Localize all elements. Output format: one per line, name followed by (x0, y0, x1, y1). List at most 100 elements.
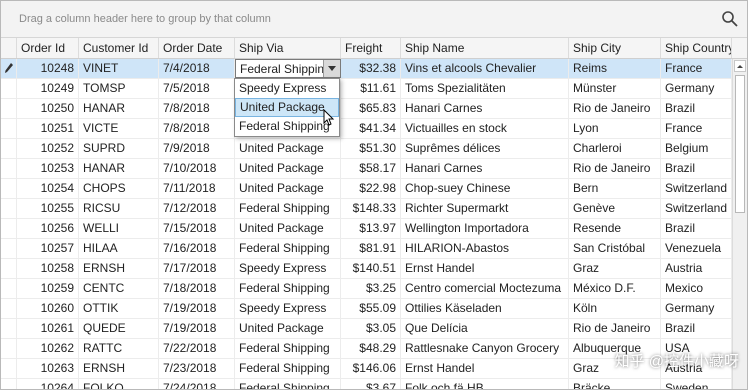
table-row[interactable]: 10249 TOMSP 7/5/2018 Speedy Express $11.61 To… (1, 79, 732, 99)
cell-ship-city[interactable]: Rio de Janeiro (569, 159, 661, 178)
cell-order-id[interactable]: 10260 (17, 299, 79, 318)
table-row[interactable]: 10258 ERNSH 7/17/2018 Speedy Express $140.51… (1, 259, 732, 279)
cell-ship-country[interactable]: Austria (661, 259, 732, 278)
cell-ship-name[interactable]: Ernst Handel (401, 259, 569, 278)
cell-ship-city[interactable]: Graz (569, 259, 661, 278)
cell-ship-country[interactable]: Venezuela (661, 239, 732, 258)
cell-order-id[interactable]: 10264 (17, 379, 79, 389)
cell-ship-name[interactable]: Hanari Carnes (401, 159, 569, 178)
table-row[interactable]: 10261 QUEDE 7/19/2018 United Package $3.05 Qu… (1, 319, 732, 339)
cell-ship-name[interactable]: Que Delícia (401, 319, 569, 338)
table-row[interactable]: 10248 VINET 7/4/2018 Federal Shipping $32.38… (1, 59, 732, 79)
cell-ship-country[interactable]: France (661, 59, 732, 78)
dropdown-option[interactable]: Speedy Express (235, 79, 339, 98)
cell-freight[interactable]: $81.91 (341, 239, 401, 258)
cell-ship-name[interactable]: Victuailles en stock (401, 119, 569, 138)
cell-customer-id[interactable]: RATTC (79, 339, 159, 358)
cell-customer-id[interactable]: VICTE (79, 119, 159, 138)
column-header-ship-country[interactable]: Ship Country (661, 38, 732, 58)
cell-ship-city[interactable]: Resende (569, 219, 661, 238)
cell-ship-name[interactable]: Richter Supermarkt (401, 199, 569, 218)
cell-ship-city[interactable]: México D.F. (569, 279, 661, 298)
cell-customer-id[interactable]: VINET (79, 59, 159, 78)
ship-via-editor[interactable]: Federal Shipping (235, 59, 341, 78)
cell-ship-city[interactable]: Münster (569, 79, 661, 98)
cell-order-date[interactable]: 7/22/2018 (159, 339, 235, 358)
table-row[interactable]: 10251VICTE7/8/2018Federal Shipping$41.34… (1, 119, 732, 139)
dropdown-button[interactable] (323, 60, 340, 77)
cell-order-id[interactable]: 10259 (17, 279, 79, 298)
table-row[interactable]: 10256 WELLI 7/15/2018 United Package $13.97 W… (1, 219, 732, 239)
cell-freight[interactable]: $146.06 (341, 359, 401, 378)
table-row[interactable]: 10264 FOLKO 7/24/2018 Federal Shipping $3.67… (1, 379, 732, 389)
cell-customer-id[interactable]: HANAR (79, 159, 159, 178)
column-header-order-date[interactable]: Order Date (159, 38, 235, 58)
cell-ship-via[interactable]: Federal Shipping (235, 199, 341, 218)
cell-ship-name[interactable]: Ernst Handel (401, 359, 569, 378)
column-header-order-id[interactable]: Order Id (17, 38, 79, 58)
cell-freight[interactable]: $13.97 (341, 219, 401, 238)
cell-ship-name[interactable]: Centro comercial Moctezuma (401, 279, 569, 298)
cell-order-id[interactable]: 10251 (17, 119, 79, 138)
cell-ship-name[interactable]: Folk och fä HB (401, 379, 569, 389)
cell-customer-id[interactable]: HANAR (79, 99, 159, 118)
cell-order-id[interactable]: 10250 (17, 99, 79, 118)
cell-ship-via[interactable]: Federal Shipping (235, 239, 341, 258)
cell-ship-city[interactable]: Köln (569, 299, 661, 318)
cell-customer-id[interactable]: SUPRD (79, 139, 159, 158)
cell-ship-country[interactable]: Germany (661, 299, 732, 318)
cell-freight[interactable]: $148.33 (341, 199, 401, 218)
cell-ship-country[interactable]: Mexico (661, 279, 732, 298)
cell-order-id[interactable]: 10249 (17, 79, 79, 98)
cell-order-date[interactable]: 7/19/2018 (159, 319, 235, 338)
cell-order-date[interactable]: 7/5/2018 (159, 79, 235, 98)
cell-freight[interactable]: $3.05 (341, 319, 401, 338)
search-icon[interactable] (721, 10, 739, 28)
cell-ship-name[interactable]: HILARION-Abastos (401, 239, 569, 258)
ship-via-dropdown-list[interactable]: Speedy Express United Package Federal Ship… (234, 78, 340, 137)
cell-freight[interactable]: $51.30 (341, 139, 401, 158)
cell-freight[interactable]: $55.09 (341, 299, 401, 318)
cell-order-date[interactable]: 7/23/2018 (159, 359, 235, 378)
cell-ship-name[interactable]: Hanari Carnes (401, 99, 569, 118)
cell-ship-city[interactable]: Lyon (569, 119, 661, 138)
cell-order-date[interactable]: 7/15/2018 (159, 219, 235, 238)
cell-ship-via[interactable]: Federal Shipping (235, 279, 341, 298)
cell-ship-city[interactable]: Rio de Janeiro (569, 319, 661, 338)
cell-freight[interactable]: $22.98 (341, 179, 401, 198)
cell-ship-via[interactable]: Federal Shipping (235, 339, 341, 358)
cell-customer-id[interactable]: QUEDE (79, 319, 159, 338)
column-header-ship-via[interactable]: Ship Via (235, 38, 341, 58)
cell-customer-id[interactable]: FOLKO (79, 379, 159, 389)
cell-customer-id[interactable]: ERNSH (79, 259, 159, 278)
cell-order-date[interactable]: 7/4/2018 (159, 59, 235, 78)
cell-ship-city[interactable]: Bräcke (569, 379, 661, 389)
cell-order-id[interactable]: 10262 (17, 339, 79, 358)
cell-ship-country[interactable]: Brazil (661, 319, 732, 338)
cell-ship-name[interactable]: Suprêmes délices (401, 139, 569, 158)
cell-freight[interactable]: $3.67 (341, 379, 401, 389)
table-row[interactable]: 10252 SUPRD 7/9/2018 United Package $51.30 Su… (1, 139, 732, 159)
cell-order-id[interactable]: 10258 (17, 259, 79, 278)
cell-ship-city[interactable]: Bern (569, 179, 661, 198)
table-row[interactable]: 10257 HILAA 7/16/2018 Federal Shipping $81.9… (1, 239, 732, 259)
cell-ship-city[interactable]: San Cristóbal (569, 239, 661, 258)
cell-ship-name[interactable]: Toms Spezialitäten (401, 79, 569, 98)
cell-ship-name[interactable]: Vins et alcools Chevalier (401, 59, 569, 78)
scroll-up-button[interactable] (734, 60, 746, 72)
cell-ship-city[interactable]: Genève (569, 199, 661, 218)
cell-customer-id[interactable]: CHOPS (79, 179, 159, 198)
cell-order-id[interactable]: 10252 (17, 139, 79, 158)
cell-ship-name[interactable]: Rattlesnake Canyon Grocery (401, 339, 569, 358)
cell-freight[interactable]: $48.29 (341, 339, 401, 358)
cell-order-date[interactable]: 7/10/2018 (159, 159, 235, 178)
cell-order-date[interactable]: 7/12/2018 (159, 199, 235, 218)
cell-ship-country[interactable]: Brazil (661, 159, 732, 178)
cell-customer-id[interactable]: CENTC (79, 279, 159, 298)
table-row[interactable]: 10253 HANAR 7/10/2018 United Package $58.17 H… (1, 159, 732, 179)
cell-ship-name[interactable]: Wellington Importadora (401, 219, 569, 238)
cell-order-id[interactable]: 10256 (17, 219, 79, 238)
cell-ship-country[interactable]: France (661, 119, 732, 138)
cell-ship-country[interactable]: Switzerland (661, 179, 732, 198)
cell-order-date[interactable]: 7/18/2018 (159, 279, 235, 298)
